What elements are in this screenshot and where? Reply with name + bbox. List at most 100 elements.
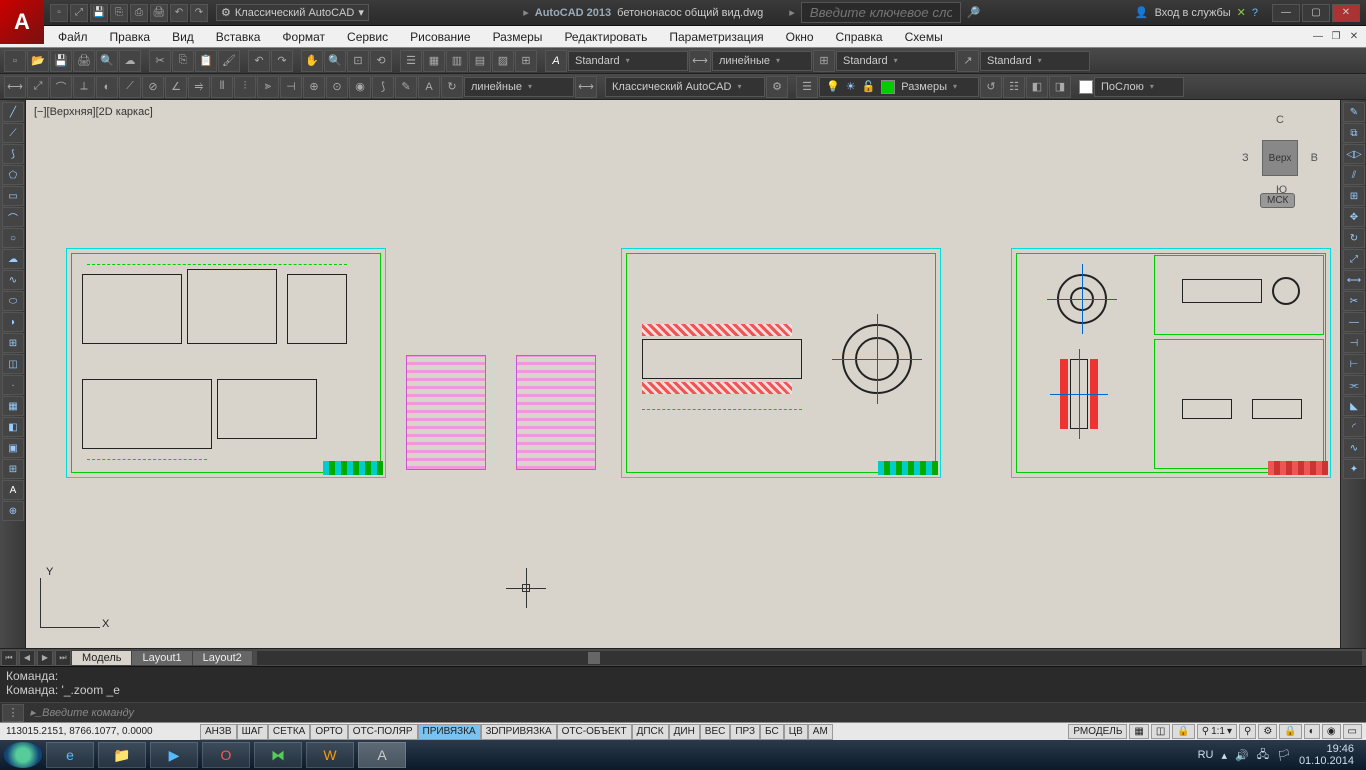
menu-modify[interactable]: Редактировать xyxy=(554,28,657,46)
hardware-accel-icon[interactable]: ◐ xyxy=(1304,724,1320,739)
tray-clock[interactable]: 19:46 01.10.2014 xyxy=(1299,743,1354,767)
app-logo[interactable]: A xyxy=(0,0,44,44)
qat-plot-icon[interactable]: ⎙ xyxy=(130,4,148,22)
layer-state-icon[interactable]: ☷ xyxy=(1003,76,1025,98)
rotate-icon[interactable]: ↻ xyxy=(1343,228,1365,248)
search-icon[interactable]: 🔎 xyxy=(967,6,981,19)
task-explorer-icon[interactable]: 📁 xyxy=(98,742,146,768)
blend-icon[interactable]: ∿ xyxy=(1343,438,1365,458)
dim-continue-icon[interactable]: ⫶ xyxy=(234,76,256,98)
viewport-label[interactable]: [−][Верхняя][2D каркас] xyxy=(34,106,153,118)
tolerance-icon[interactable]: ⊕ xyxy=(303,76,325,98)
stretch-icon[interactable]: ⟷ xyxy=(1343,270,1365,290)
play-icon[interactable]: ▸ xyxy=(789,6,795,19)
array-icon[interactable]: ⊞ xyxy=(1343,186,1365,206)
layer-iso-icon[interactable]: ◧ xyxy=(1026,76,1048,98)
start-button[interactable] xyxy=(4,742,42,768)
menu-view[interactable]: Вид xyxy=(162,28,204,46)
qp-icon[interactable]: ◫ xyxy=(1151,724,1170,739)
task-word-icon[interactable]: W xyxy=(306,742,354,768)
dim-space-icon[interactable]: ⫸ xyxy=(257,76,279,98)
insert-icon[interactable]: ⊞ xyxy=(2,333,24,353)
workspace-switch-icon[interactable]: ⚙ xyxy=(1258,724,1277,739)
menu-help[interactable]: Справка xyxy=(826,28,893,46)
qat-print-icon[interactable]: 🖨 xyxy=(150,4,168,22)
toolbar-lock-icon[interactable]: 🔒 xyxy=(1279,724,1301,739)
tray-show-hidden-icon[interactable]: ▴ xyxy=(1221,749,1227,762)
tab-next-icon[interactable]: ▶ xyxy=(37,650,53,666)
join-icon[interactable]: ⫘ xyxy=(1343,375,1365,395)
dim-quick-icon[interactable]: ⥤ xyxy=(188,76,210,98)
annotation-scale[interactable]: ⚲ 1:1 ▾ xyxy=(1197,724,1237,739)
drawing-canvas[interactable]: [−][Верхняя][2D каркас] xyxy=(26,100,1340,648)
menu-file[interactable]: Файл xyxy=(48,28,98,46)
hatch-icon[interactable]: ▦ xyxy=(2,396,24,416)
table-style-icon[interactable]: ⊞ xyxy=(813,50,835,72)
status-toggle-отс-объект[interactable]: ОТС-ОБЪЕКТ xyxy=(557,724,632,740)
qcalc-icon[interactable]: ⊞ xyxy=(515,50,537,72)
lock-ui-icon[interactable]: 🔒 xyxy=(1172,724,1194,739)
menu-format[interactable]: Формат xyxy=(272,28,335,46)
properties-icon[interactable]: ☰ xyxy=(400,50,422,72)
status-toggle-бс[interactable]: БС xyxy=(760,724,784,740)
isolate-icon[interactable]: ◉ xyxy=(1322,724,1341,739)
match-icon[interactable]: 🖌 xyxy=(218,50,240,72)
sheetset-icon[interactable]: ▤ xyxy=(469,50,491,72)
move-icon[interactable]: ✥ xyxy=(1343,207,1365,227)
copy-icon[interactable]: ⎘ xyxy=(172,50,194,72)
viewcube-face[interactable]: Верх xyxy=(1262,140,1298,176)
block-icon[interactable]: ◫ xyxy=(2,354,24,374)
menu-schemes[interactable]: Схемы xyxy=(895,28,953,46)
pan-icon[interactable]: ✋ xyxy=(301,50,323,72)
rectangle-icon[interactable]: ▭ xyxy=(2,186,24,206)
tab-last-icon[interactable]: ⏭ xyxy=(55,650,71,666)
doc-minimize-icon[interactable]: — xyxy=(1310,30,1326,44)
menu-window[interactable]: Окно xyxy=(776,28,824,46)
dim-style2-dropdown[interactable]: линейные ▾ xyxy=(464,77,574,97)
preview-icon[interactable]: 🔍 xyxy=(96,50,118,72)
tray-lang[interactable]: RU xyxy=(1198,749,1214,761)
text-style-icon[interactable]: A xyxy=(545,50,567,72)
text-style-dropdown[interactable]: Standard ▾ xyxy=(568,51,688,71)
explode-icon[interactable]: ✦ xyxy=(1343,459,1365,479)
pline-icon[interactable]: ⟆ xyxy=(2,144,24,164)
inspect-icon[interactable]: ◉ xyxy=(349,76,371,98)
qat-redo-icon[interactable]: ↷ xyxy=(190,4,208,22)
dim-angular-icon[interactable]: ∠ xyxy=(165,76,187,98)
help-icon[interactable]: ? xyxy=(1252,7,1258,19)
status-toggle-анзв[interactable]: АНЗВ xyxy=(200,724,237,740)
minimize-button[interactable]: — xyxy=(1272,4,1300,22)
task-autocad-icon[interactable]: A xyxy=(358,742,406,768)
tray-action-icon[interactable]: 🏳 xyxy=(1277,749,1291,762)
circle-icon[interactable]: ○ xyxy=(2,228,24,248)
tab-layout1[interactable]: Layout1 xyxy=(131,650,192,666)
status-toggle-прз[interactable]: ПРЗ xyxy=(730,724,760,740)
extend-icon[interactable]: — xyxy=(1343,312,1365,332)
ellipse-icon[interactable]: ⬭ xyxy=(2,291,24,311)
dim-edit-icon[interactable]: ✎ xyxy=(395,76,417,98)
color-swatch[interactable] xyxy=(1079,80,1093,94)
tray-network-icon[interactable]: 🖧 xyxy=(1257,746,1269,765)
grid-display-icon[interactable]: ▦ xyxy=(1129,724,1148,739)
task-opera-icon[interactable]: O xyxy=(202,742,250,768)
line-icon[interactable]: ╱ xyxy=(2,102,24,122)
h-scrollbar[interactable] xyxy=(257,651,1362,665)
offset-icon[interactable]: ⫽ xyxy=(1343,165,1365,185)
dim-tedit-icon[interactable]: A xyxy=(418,76,440,98)
menu-parametric[interactable]: Параметризация xyxy=(659,28,773,46)
layer-prev-icon[interactable]: ↺ xyxy=(980,76,1002,98)
status-toggle-дин[interactable]: ДИН xyxy=(669,724,700,740)
dim-update-icon[interactable]: ↻ xyxy=(441,76,463,98)
workspace-selector[interactable]: ⚙ Классический AutoCAD ▾ xyxy=(216,4,369,21)
search-input[interactable] xyxy=(801,2,961,23)
xline-icon[interactable]: ⟋ xyxy=(2,123,24,143)
mleader-style-dropdown[interactable]: Standard ▾ xyxy=(980,51,1090,71)
markup-icon[interactable]: ▨ xyxy=(492,50,514,72)
scale-icon[interactable]: ⤢ xyxy=(1343,249,1365,269)
chamfer-icon[interactable]: ◣ xyxy=(1343,396,1365,416)
modelspace-button[interactable]: РМОДЕЛЬ xyxy=(1068,724,1127,739)
viewcube[interactable]: С Ю В З Верх МСК xyxy=(1240,110,1320,210)
mirror-icon[interactable]: ◁▷ xyxy=(1343,144,1365,164)
dim-style-mgr-icon[interactable]: ⟷ xyxy=(575,76,597,98)
dim-linear-icon[interactable]: ⟷ xyxy=(4,76,26,98)
